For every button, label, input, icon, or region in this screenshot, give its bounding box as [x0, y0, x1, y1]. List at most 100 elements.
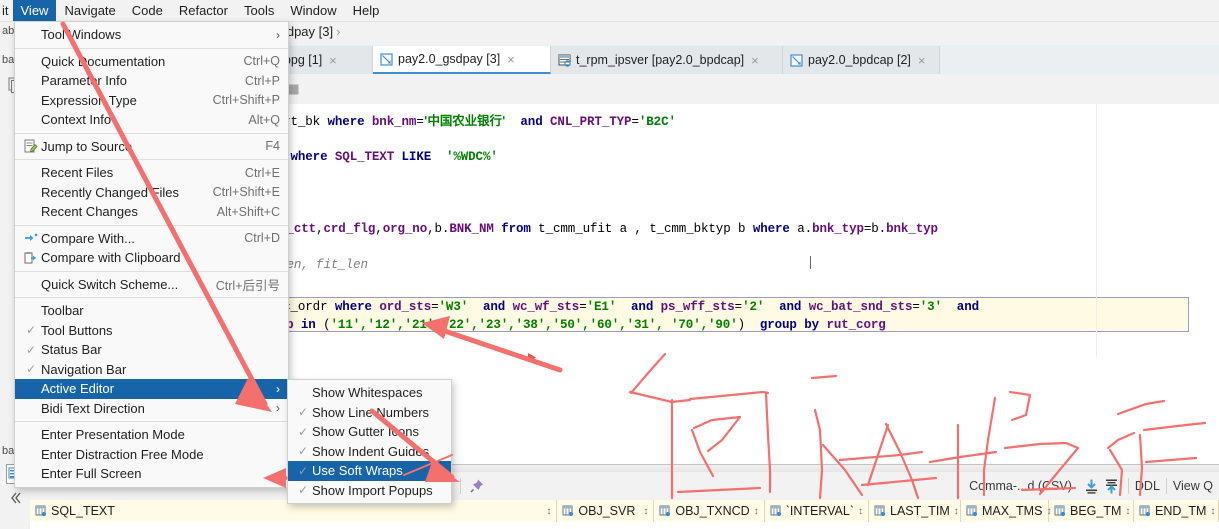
- menu-item-navigation-bar[interactable]: ✓ Navigation Bar: [15, 360, 288, 380]
- menu-item-shortcut: F4: [265, 139, 280, 154]
- export-data-icon[interactable]: [1082, 476, 1102, 496]
- column-label: LAST_TIM: [890, 504, 950, 518]
- grid-col-max-tms[interactable]: MAX_TMS ↕: [961, 500, 1051, 522]
- check-icon: ✓: [297, 483, 309, 498]
- submenu-item-show-line-numbers[interactable]: ✓ Show Line Numbers: [288, 403, 451, 423]
- ddl-button[interactable]: DDL: [1135, 479, 1160, 493]
- menu-separator: [15, 224, 288, 226]
- menu-window[interactable]: Window: [282, 0, 344, 21]
- menu-item-expression-type[interactable]: Expression Type Ctrl+Shift+P: [15, 91, 288, 111]
- menu-refactor[interactable]: Refactor: [171, 0, 236, 21]
- view-query-button[interactable]: View Q: [1173, 479, 1213, 493]
- menu-item-jump-to-source[interactable]: Jump to Source F4: [15, 137, 288, 157]
- editor-tab-3[interactable]: t_rpm_ipsver [pay2.0_bpdcap] ×: [551, 46, 783, 74]
- menu-item-bidi-text-direction[interactable]: Bidi Text Direction ›: [15, 399, 288, 419]
- menu-item-compare-with[interactable]: Compare With... Ctrl+D: [15, 229, 288, 249]
- column-label: `INTERVAL`: [785, 504, 854, 518]
- import-data-icon[interactable]: [1102, 476, 1122, 496]
- menu-navigate[interactable]: Navigate: [56, 0, 123, 21]
- grid-col-interval[interactable]: `INTERVAL` ↕: [765, 500, 869, 522]
- main-menu-bar: it View Navigate Code Refactor Tools Window Hel…: [0, 0, 1219, 22]
- menu-code[interactable]: Code: [124, 0, 171, 21]
- menu-item-label: Expression Type: [41, 92, 137, 108]
- menu-separator: [15, 47, 288, 49]
- editor-tab-4[interactable]: pay2.0_bpdcap [2] ×: [783, 46, 940, 74]
- sort-toggle-icon[interactable]: ↕: [754, 506, 759, 517]
- collapse-all-icon[interactable]: [8, 491, 22, 508]
- menu-item-label: Jump to Source: [41, 138, 133, 154]
- menu-item-toolbar[interactable]: Toolbar: [15, 301, 288, 321]
- menu-item-enter-full-screen[interactable]: Enter Full Screen: [15, 464, 288, 484]
- submenu-item-show-indent-guides[interactable]: ✓ Show Indent Guides: [288, 442, 451, 462]
- column-label: SQL_TEXT: [51, 504, 115, 518]
- menu-item-label: Compare with Clipboard: [41, 250, 181, 266]
- check-icon: ✓: [297, 424, 309, 439]
- menu-item-tool-buttons[interactable]: ✓ Tool Buttons: [15, 321, 288, 341]
- breadcrumb-chevron-right: ›: [336, 24, 341, 39]
- submenu-item-label: Show Whitespaces: [312, 385, 423, 401]
- editor-tab-label: pay2.0_bpdcap [2]: [808, 53, 911, 67]
- close-icon[interactable]: ×: [751, 53, 759, 68]
- menu-item-enter-presentation-mode[interactable]: Enter Presentation Mode: [15, 425, 288, 445]
- menu-item-tool-windows[interactable]: Tool Windows ›: [15, 25, 288, 45]
- menu-item-shortcut: Ctrl+Shift+E: [212, 185, 280, 200]
- check-icon: ✓: [297, 405, 309, 420]
- sort-toggle-icon[interactable]: ↕: [546, 506, 551, 517]
- submenu-item-use-soft-wraps[interactable]: ✓ Use Soft Wraps: [288, 461, 451, 481]
- menu-item-quick-switch-scheme[interactable]: Quick Switch Scheme... Ctrl+后引号: [15, 275, 288, 295]
- close-icon[interactable]: ×: [329, 53, 337, 68]
- menu-item-label: Quick Switch Scheme...: [41, 276, 179, 292]
- column-icon: [35, 505, 47, 517]
- menu-view[interactable]: View: [12, 0, 57, 21]
- submenu-item-show-whitespaces[interactable]: Show Whitespaces: [288, 383, 451, 403]
- menu-item-shortcut: Ctrl+E: [244, 165, 280, 180]
- menu-item-context-info[interactable]: Context Info Alt+Q: [15, 110, 288, 130]
- result-separator-1: [460, 478, 461, 494]
- menu-item-recent-changes[interactable]: Recent Changes Alt+Shift+C: [15, 202, 288, 222]
- menu-help[interactable]: Help: [345, 0, 388, 21]
- check-icon: ✓: [25, 342, 37, 357]
- sort-toggle-icon[interactable]: ↕: [954, 506, 959, 517]
- grid-col-obj-txncd[interactable]: OBJ_TXNCD ↕: [654, 500, 765, 522]
- sort-toggle-icon[interactable]: ↕: [1210, 506, 1215, 517]
- menu-item-shortcut: Ctrl+P: [244, 73, 280, 88]
- menu-item-shortcut: Ctrl+D: [244, 231, 280, 246]
- export-format-label[interactable]: Comma-...d (CSV): [969, 479, 1072, 493]
- menu-item-label: Status Bar: [41, 342, 102, 358]
- menu-separator: [15, 421, 288, 422]
- menu-item-compare-with-clipboard[interactable]: Compare with Clipboard: [15, 248, 288, 268]
- grid-col-last-tim[interactable]: LAST_TIM ↕: [869, 500, 961, 522]
- menu-item-label: Bidi Text Direction: [41, 400, 145, 416]
- menu-item-recent-files[interactable]: Recent Files Ctrl+E: [15, 163, 288, 183]
- run-gutter-marker-icon[interactable]: [527, 351, 537, 366]
- column-label: END_TM: [1155, 504, 1207, 518]
- submenu-item-show-gutter-icons[interactable]: ✓ Show Gutter Icons: [288, 422, 451, 442]
- result-grid-header: SQL_TEXT ↕ OBJ_SVR ↕ OBJ_TXNCD ↕ `INTERVAL` ↕ LA…: [30, 500, 1219, 523]
- close-icon[interactable]: ×: [918, 53, 926, 68]
- menu-item-recently-changed-files[interactable]: Recently Changed Files Ctrl+Shift+E: [15, 183, 288, 203]
- submenu-item-label: Show Indent Guides: [312, 443, 430, 459]
- menu-item-shortcut: Ctrl+Shift+P: [212, 93, 280, 108]
- menu-edit-clipped[interactable]: it: [0, 0, 13, 21]
- menu-tools[interactable]: Tools: [236, 0, 282, 21]
- pin-icon[interactable]: [467, 476, 487, 496]
- compare-clipboard-icon: [21, 251, 41, 265]
- close-icon[interactable]: ×: [507, 52, 515, 67]
- submenu-item-label: Use Soft Wraps: [312, 463, 403, 479]
- menu-item-active-editor[interactable]: Active Editor ›: [15, 379, 288, 399]
- menu-item-quick-documentation[interactable]: Quick Documentation Ctrl+Q: [15, 52, 288, 72]
- menu-item-enter-distraction-free-mode[interactable]: Enter Distraction Free Mode: [15, 445, 288, 465]
- check-icon: ✓: [25, 362, 37, 377]
- submenu-item-show-import-popups[interactable]: ✓ Show Import Popups: [288, 481, 451, 501]
- menu-item-parameter-info[interactable]: Parameter Info Ctrl+P: [15, 71, 288, 91]
- sort-toggle-icon[interactable]: ↕: [643, 506, 648, 517]
- result-grid-first-row[interactable]: [30, 522, 1219, 529]
- grid-col-obj-svr[interactable]: OBJ_SVR ↕: [557, 500, 655, 522]
- menu-item-status-bar[interactable]: ✓ Status Bar: [15, 340, 288, 360]
- editor-tab-2[interactable]: pay2.0_gsdpay [3] ×: [373, 46, 551, 74]
- grid-col-beg-tm[interactable]: BEG_TM ↕: [1049, 500, 1134, 522]
- grid-col-end-tm[interactable]: END_TM ↕: [1134, 500, 1219, 522]
- menu-separator: [15, 159, 288, 160]
- sort-toggle-icon[interactable]: ↕: [1125, 506, 1130, 517]
- sort-toggle-icon[interactable]: ↕: [858, 506, 863, 517]
